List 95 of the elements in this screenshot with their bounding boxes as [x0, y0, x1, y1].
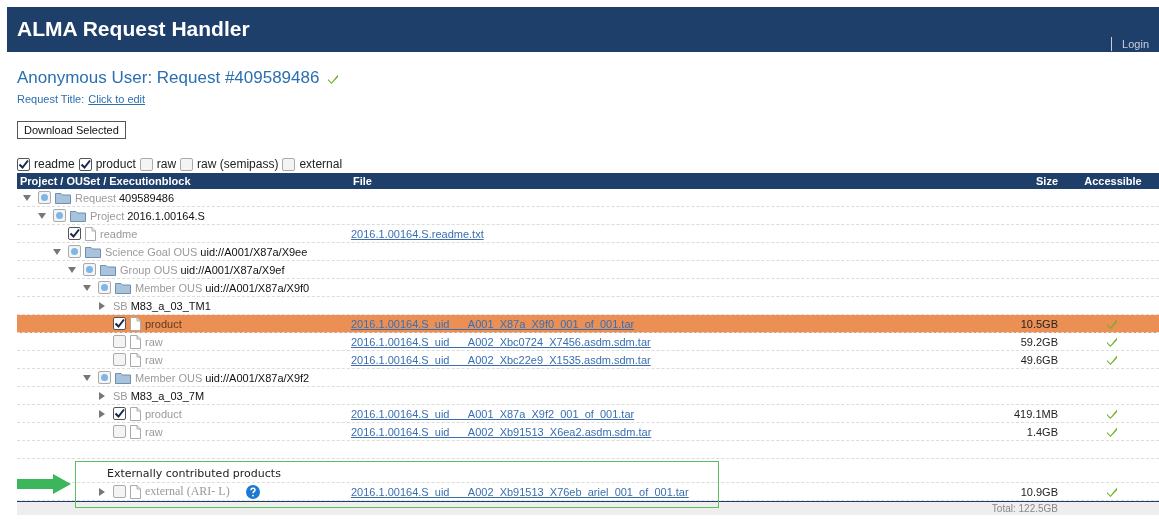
folder-icon [85, 245, 101, 258]
checkbox[interactable] [113, 485, 126, 498]
file-type-label: product [145, 317, 182, 330]
file-link[interactable]: 2016.1.00164.S_uid___A002_Xb91513_X6ea2.asdm.sdm.tar [351, 425, 652, 438]
checkbox[interactable] [180, 157, 194, 171]
filter-label: readme [34, 157, 75, 171]
file-icon [130, 406, 141, 421]
expand-arrow-icon[interactable] [97, 408, 107, 419]
file-size: 10.5GB [1020, 317, 1058, 330]
checkbox[interactable] [113, 335, 126, 348]
file-type-label: readme [100, 227, 138, 240]
checkbox[interactable] [98, 281, 111, 294]
file-type-label: raw [145, 425, 163, 438]
file-icon [130, 484, 141, 499]
collapse-arrow-icon[interactable] [67, 264, 77, 275]
file-link[interactable]: 2016.1.00164.S_uid___A001_X87a_X9f2_001_of_001.tar [351, 407, 635, 420]
column-header: Accessible [1083, 175, 1143, 187]
checkbox[interactable] [53, 209, 66, 222]
collapse-arrow-icon[interactable] [22, 192, 32, 203]
file-size: 49.6GB [1020, 353, 1058, 366]
collapse-arrow-icon[interactable] [37, 210, 47, 221]
file-link[interactable]: 2016.1.00164.S.readme.txt [351, 227, 484, 240]
file-icon [85, 226, 96, 241]
checkbox[interactable] [68, 245, 81, 258]
node-id: uid://A001/X87a/X9ef [180, 263, 285, 276]
checkbox[interactable] [17, 157, 30, 171]
file-icon [130, 352, 141, 367]
column-header: File [352, 175, 373, 187]
collapse-arrow-icon[interactable] [82, 282, 92, 293]
file-type-label: product [145, 407, 182, 420]
node-type-label: Group OUS [120, 263, 178, 276]
file-type-label: raw [145, 335, 163, 348]
column-header: Project / OUSet / Executionblock [19, 175, 192, 187]
node-id: uid://A001/X87a/X9ee [200, 245, 308, 258]
node-type-label: Science Goal OUS [105, 245, 198, 258]
filter-label: raw (semipass) [197, 157, 279, 171]
download-selected-button[interactable]: Download Selected [17, 121, 126, 139]
filter-label: external [299, 157, 343, 171]
file-size: 10.9GB [1020, 485, 1058, 498]
folder-icon [100, 263, 116, 276]
file-type-label: external (ARI- L) [145, 484, 230, 499]
file-size: 1.4GB [1026, 425, 1058, 438]
file-link[interactable]: 2016.1.00164.S_uid___A002_Xbc22e9_X1535.asdm.sdm.tar [351, 353, 651, 366]
total-size: Total: 122.5GB [991, 503, 1058, 514]
login-link[interactable]: Login [1111, 37, 1149, 51]
file-size: 419.1MB [1013, 407, 1058, 420]
node-type-label: SB [113, 389, 128, 402]
checkbox[interactable] [139, 157, 153, 171]
checkbox[interactable] [68, 227, 81, 240]
app-title: ALMA Request Handler [17, 17, 250, 41]
column-header: Size [1035, 175, 1059, 187]
help-icon[interactable] [245, 484, 260, 499]
edit-title-link[interactable]: Click to edit [88, 93, 146, 105]
node-id: M83_a_03_7M [130, 389, 205, 402]
node-id: M83_a_03_TM1 [130, 299, 211, 312]
folder-icon [55, 191, 71, 204]
node-type-label: Member OUS [135, 371, 203, 384]
node-type-label: Member OUS [135, 281, 203, 294]
folder-icon [115, 281, 131, 294]
collapse-arrow-icon[interactable] [52, 246, 62, 257]
file-icon [130, 424, 141, 439]
node-id: uid://A001/X87a/X9f0 [205, 281, 310, 294]
filter-label: product [95, 157, 136, 171]
folder-icon [70, 209, 86, 222]
request-title-label: Request Title: [17, 93, 85, 105]
folder-icon [115, 371, 131, 384]
file-type-label: raw [145, 353, 163, 366]
checkbox[interactable] [83, 263, 96, 276]
filter-label: raw [156, 157, 177, 171]
node-id: uid://A001/X87a/X9f2 [205, 371, 310, 384]
file-icon [130, 316, 141, 331]
node-id: 2016.1.00164.S [127, 209, 205, 222]
node-type-label: Request [75, 191, 116, 204]
expand-arrow-icon[interactable] [97, 300, 107, 311]
node-type-label: Project [90, 209, 125, 222]
collapse-arrow-icon[interactable] [82, 372, 92, 383]
checkbox[interactable] [78, 157, 92, 171]
page-heading: Anonymous User: Request #409589486 [17, 68, 320, 88]
pointer-arrow-icon [17, 474, 71, 494]
file-icon [130, 334, 141, 349]
checkbox[interactable] [282, 157, 296, 171]
file-link[interactable]: 2016.1.00164.S_uid___A002_Xb91513_X76eb_ariel_001_of_001.tar [351, 485, 689, 498]
expand-arrow-icon[interactable] [97, 390, 107, 401]
checkbox[interactable] [98, 371, 111, 384]
node-id: 409589486 [119, 191, 175, 204]
checkbox[interactable] [113, 353, 126, 366]
node-type-label: SB [113, 299, 128, 312]
file-size: 59.2GB [1020, 335, 1058, 348]
section-heading: Externally contributed products [107, 467, 281, 480]
checkbox[interactable] [113, 317, 126, 330]
checkbox[interactable] [113, 425, 126, 438]
checkbox[interactable] [113, 407, 126, 420]
expand-arrow-icon[interactable] [97, 486, 107, 497]
checkbox[interactable] [38, 191, 51, 204]
file-link[interactable]: 2016.1.00164.S_uid___A002_Xbc0724_X7456.asdm.sdm.tar [351, 335, 651, 348]
